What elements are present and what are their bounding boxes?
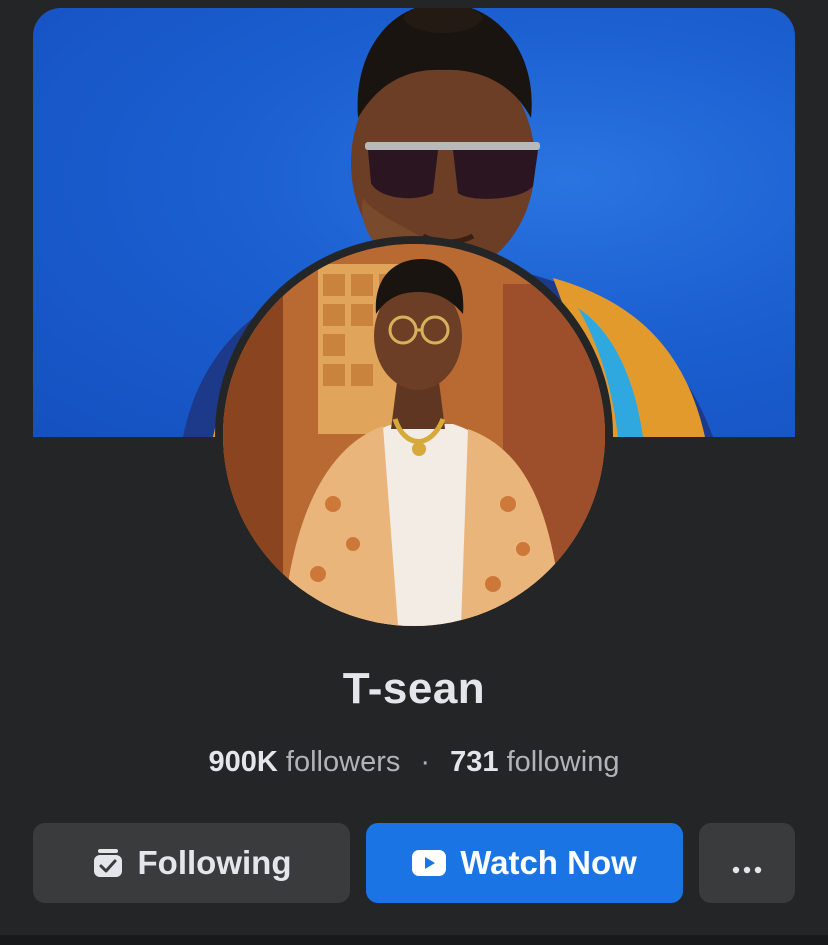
following-button[interactable]: Following	[33, 823, 350, 903]
following-check-icon	[92, 847, 124, 879]
more-options-icon	[732, 844, 762, 882]
following-button-label: Following	[137, 844, 292, 881]
followers-count: 900K	[208, 746, 278, 778]
profile-name: T-sean	[342, 664, 486, 713]
followers-label: followers	[285, 746, 401, 778]
profile-picture-frame	[215, 236, 613, 634]
more-options-button[interactable]	[699, 823, 795, 903]
play-video-icon	[412, 850, 447, 876]
section-divider	[0, 935, 828, 945]
profile-picture[interactable]	[223, 244, 605, 626]
following-stat[interactable]: 731 following	[450, 746, 619, 778]
stats-separator: ·	[420, 746, 431, 778]
following-count: 731	[450, 746, 499, 778]
following-label: following	[506, 746, 620, 778]
watch-now-button-label: Watch Now	[460, 844, 637, 881]
followers-stat[interactable]: 900K followers	[209, 746, 409, 778]
follow-stats: 900K followers · 731 following	[0, 746, 828, 779]
watch-now-button[interactable]: Watch Now	[366, 823, 683, 903]
profile-picture-image	[223, 244, 605, 626]
